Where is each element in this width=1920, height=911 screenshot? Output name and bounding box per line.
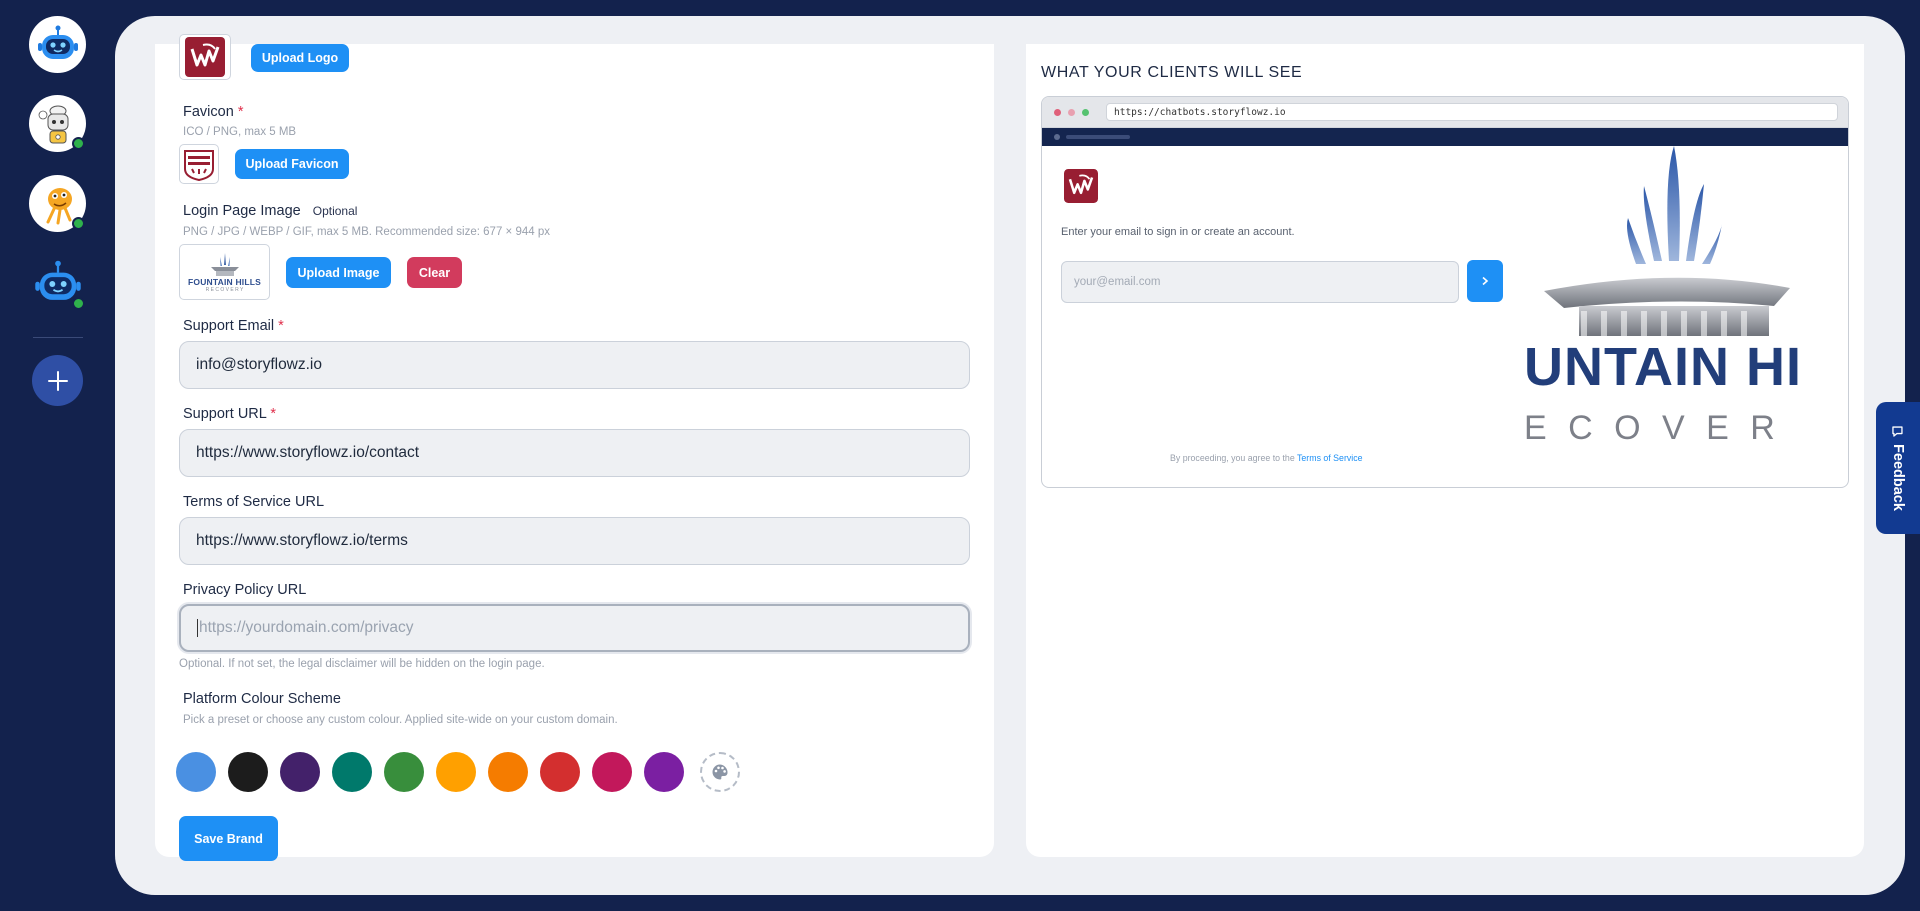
login-image-hint: PNG / JPG / WEBP / GIF, max 5 MB. Recomm… [183,226,550,238]
browser-chrome: https://chatbots.storyflowz.io [1042,97,1848,128]
window-close-dot [1054,109,1061,116]
feedback-tab[interactable]: Feedback [1876,402,1920,534]
support-email-label-text: Support Email [183,318,275,334]
preview-terms-notice: By proceeding, you agree to the Terms of… [1170,453,1363,463]
colour-swatch[interactable] [540,752,580,792]
preview-signin-prompt: Enter your email to sign in or create an… [1061,226,1295,238]
preview-title: WHAT YOUR CLIENTS WILL SEE [1041,64,1303,81]
support-email-value: info@storyflowz.io [196,356,322,373]
support-url-label-text: Support URL [183,406,267,422]
preview-hero-image: UNTAIN HI E C O V E R [1524,146,1848,487]
login-image-label-text: Login Page Image [183,203,301,219]
optional-tag: Optional [312,204,358,218]
plus-icon [47,370,68,391]
support-url-label: Support URL * [183,406,276,422]
window-minimize-dot [1068,109,1075,116]
nav-placeholder-bar [1066,135,1130,139]
text-caret [197,619,198,637]
upload-favicon-button[interactable]: Upload Favicon [235,149,349,179]
favicon-hint: ICO / PNG, max 5 MB [183,126,297,138]
privacy-url-hint: Optional. If not set, the legal disclaim… [179,658,545,670]
colour-swatch[interactable] [644,752,684,792]
hero-text-line2: E C O V E R [1524,409,1781,447]
palette-icon [712,764,728,780]
support-url-value: https://www.storyflowz.io/contact [196,444,420,461]
online-status-dot [72,297,85,310]
terms-prefix: By proceeding, you agree to the [1170,453,1295,463]
nav-dot [1054,134,1060,140]
colour-swatch[interactable] [228,752,268,792]
preview-logo [1064,169,1098,203]
colour-swatch[interactable] [176,752,216,792]
login-image-label: Login Page Image Optional [183,203,357,219]
colour-swatch[interactable] [436,752,476,792]
thumb-text: FOUNTAIN HILLS [188,277,261,287]
fountain-hero-illustration [1544,146,1790,336]
preview-url-bar: https://chatbots.storyflowz.io [1106,103,1838,121]
chevron-right-icon [1482,276,1489,286]
colour-swatch[interactable] [488,752,528,792]
clear-image-button[interactable]: Clear [407,257,462,288]
required-marker: * [237,104,244,120]
chatbot-avatar-1[interactable] [29,16,86,73]
colour-swatch[interactable] [592,752,632,792]
required-marker: * [278,318,284,334]
colour-scheme-label: Platform Colour Scheme [183,691,341,707]
favicon-label-text: Favicon [183,104,234,120]
required-marker: * [270,406,276,422]
robot-avatar-icon [37,25,78,59]
logo-thumbnail [179,34,231,80]
colour-swatch[interactable] [280,752,320,792]
wsu-cougar-logo-icon [1064,169,1098,203]
privacy-url-input[interactable]: https://yourdomain.com/privacy [179,604,970,652]
favicon-thumbnail [179,144,219,184]
main-panel: Upload Logo Favicon * ICO / PNG, max 5 M… [115,16,1905,895]
hero-text-line1: UNTAIN HI [1524,337,1802,397]
upload-logo-button[interactable]: Upload Logo [251,44,349,72]
fountain-logo-icon [210,253,239,276]
custom-colour-button[interactable] [700,752,740,792]
wsu-seal-favicon-icon [184,150,214,181]
support-email-label: Support Email * [183,318,284,334]
feedback-label: Feedback [1890,444,1906,511]
privacy-url-label: Privacy Policy URL [183,582,307,598]
colour-scheme-hint: Pick a preset or choose any custom colou… [183,714,618,726]
chat-bubble-icon [1892,426,1904,437]
privacy-url-placeholder: https://yourdomain.com/privacy [199,619,414,636]
tos-url-input[interactable]: https://www.storyflowz.io/terms [179,517,970,565]
favicon-label: Favicon * [183,104,243,120]
app-sidebar [0,0,115,911]
brand-settings-form: Upload Logo Favicon * ICO / PNG, max 5 M… [155,34,994,861]
terms-link: Terms of Service [1297,453,1363,463]
online-status-dot [72,217,85,230]
preview-submit-button [1467,260,1503,302]
wsu-cougar-logo-icon [185,37,225,77]
tos-url-label: Terms of Service URL [183,494,325,510]
support-url-input[interactable]: https://www.storyflowz.io/contact [179,429,970,477]
tos-url-value: https://www.storyflowz.io/terms [196,532,408,549]
chatbot-avatar-3[interactable] [29,175,86,232]
window-maximize-dot [1082,109,1089,116]
preview-login-page: Enter your email to sign in or create an… [1042,146,1848,487]
preview-email-placeholder: your@email.com [1074,276,1161,288]
colour-swatch[interactable] [332,752,372,792]
colour-swatch[interactable] [384,752,424,792]
chatbot-avatar-4[interactable] [29,255,86,312]
upload-image-button[interactable]: Upload Image [286,257,391,288]
online-status-dot [72,137,85,150]
add-chatbot-button[interactable] [32,355,83,406]
chatbot-avatar-2[interactable] [29,95,86,152]
preview-navbar [1042,128,1848,146]
preview-browser-frame: https://chatbots.storyflowz.io Enter you… [1041,96,1849,488]
login-image-thumbnail: FOUNTAIN HILLS R E C O V E R Y [179,244,270,300]
support-email-input[interactable]: info@storyflowz.io [179,341,970,389]
thumb-subtext: R E C O V E R Y [205,287,244,293]
preview-email-input: your@email.com [1061,261,1459,303]
save-brand-button[interactable]: Save Brand [179,816,278,861]
preview-url-text: https://chatbots.storyflowz.io [1114,106,1286,118]
sidebar-divider [33,337,83,338]
